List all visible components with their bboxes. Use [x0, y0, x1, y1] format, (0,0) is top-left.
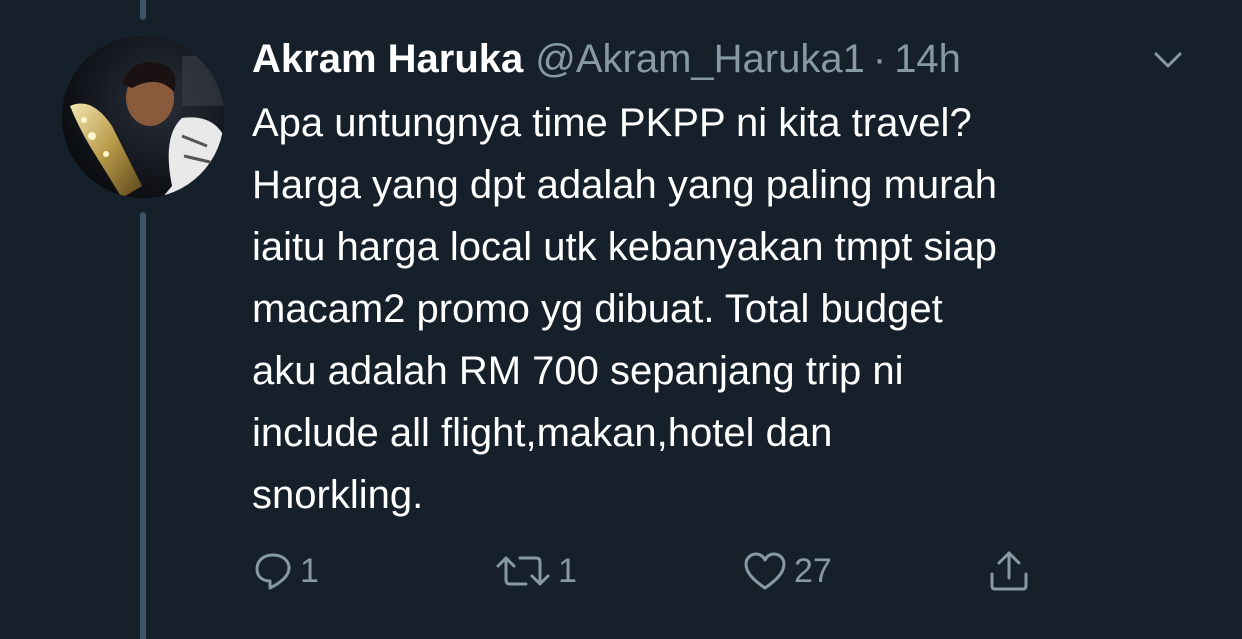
heart-icon [742, 550, 788, 592]
avatar[interactable] [62, 36, 224, 198]
action-bar: 1 1 27 [252, 546, 1052, 596]
thread-line-bottom [140, 212, 146, 639]
like-button[interactable]: 27 [742, 546, 832, 596]
separator-dot: · [872, 37, 887, 81]
thread-line-top [140, 0, 146, 20]
timestamp[interactable]: 14h [894, 37, 961, 81]
retweet-count: 1 [558, 551, 577, 590]
like-count: 27 [794, 551, 832, 590]
retweet-icon [494, 550, 552, 592]
retweet-button[interactable]: 1 [494, 546, 577, 596]
share-icon [986, 548, 1032, 594]
reply-count: 1 [300, 551, 319, 590]
reply-icon [252, 550, 294, 592]
reply-button[interactable]: 1 [252, 546, 319, 596]
tweet-header: Akram Haruka @Akram_Haruka1 · 14h [252, 34, 1132, 90]
display-name[interactable]: Akram Haruka [252, 37, 523, 81]
chevron-down-icon[interactable] [1148, 40, 1188, 80]
tweet-text: Apa untungnya time PKPP ni kita travel? … [252, 101, 997, 517]
share-button[interactable] [986, 546, 1032, 596]
user-handle[interactable]: @Akram_Haruka1 [535, 37, 865, 81]
tweet[interactable]: Akram Haruka @Akram_Haruka1 · 14h Apa untun… [0, 0, 1242, 639]
avatar-photo [62, 36, 224, 198]
